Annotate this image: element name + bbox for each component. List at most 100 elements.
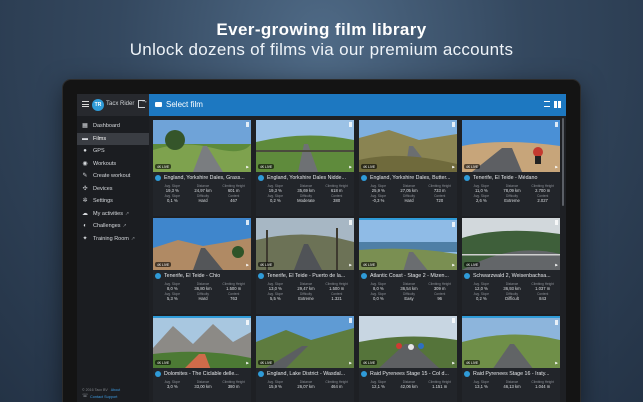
bookmark-icon[interactable] xyxy=(452,222,455,227)
sidebar-item-films[interactable]: ▬ Films xyxy=(77,132,149,145)
sidebar-item-my-activities[interactable]: ☁ My activities ↗ xyxy=(77,208,149,221)
film-type-icon xyxy=(464,273,470,279)
film-thumbnail[interactable]: 4K LIVE ▶ xyxy=(359,316,457,368)
stat: Avg. Slope 13,1 % xyxy=(466,380,497,389)
film-title: Tenerife, El Teide - Puerto de la... xyxy=(267,273,346,279)
bookmark-icon[interactable] xyxy=(349,122,352,127)
bookmark-icon[interactable] xyxy=(452,122,455,127)
stat-value: 1.500 m xyxy=(226,286,242,291)
sidebar: ▦ Dashboard ▬ Films ● GPS ◉ Workouts ✎ Create wor… xyxy=(77,116,149,402)
bookmark-icon[interactable] xyxy=(349,318,352,323)
avatar[interactable]: TR xyxy=(92,99,104,111)
bookmark-icon[interactable] xyxy=(555,122,558,127)
film-thumbnail[interactable]: 4K LIVE ▶ xyxy=(359,120,457,172)
film-title-row[interactable]: Tenerife, El Teide - Médano xyxy=(464,175,558,181)
film-card[interactable]: 4K LIVE ▶ England, Yorkshire Dales, Butter… xyxy=(359,120,457,216)
stat-value: 13,1 % xyxy=(474,384,488,389)
film-title-row[interactable]: England, Yorkshire Dales Nidde... xyxy=(258,175,352,181)
film-title-row[interactable]: Tenerife, El Teide - Chio xyxy=(155,273,249,279)
film-title-row[interactable]: England, Lake District - Wasdal... xyxy=(258,371,352,377)
film-type-icon xyxy=(464,371,470,377)
film-title-row[interactable]: Raid Pyrenees Stage 15 - Col d... xyxy=(361,371,455,377)
stat: Content 1.321 xyxy=(321,292,352,301)
stat-value: 1.500 m xyxy=(329,286,345,291)
devices-icon: ✣ xyxy=(82,185,88,192)
sidebar-item-label: Dashboard xyxy=(93,123,120,130)
sidebar-item-challenges[interactable]: ◐ Challenges ↗ xyxy=(77,220,149,233)
stat-value: 36,93 km xyxy=(503,286,521,291)
sidebar-item-devices[interactable]: ✣ Devices xyxy=(77,183,149,196)
film-title-row[interactable]: England, Yorkshire Dales, Grass... xyxy=(155,175,249,181)
film-card[interactable]: 4K LIVE ▶ England, Yorkshire Dales Nidde..… xyxy=(256,120,354,216)
stat: Difficulty Extreme xyxy=(291,292,322,301)
external-link-icon: ↗ xyxy=(130,235,136,242)
film-card[interactable]: 4K LIVE ▶ Tenerife, El Teide - Médano Avg. … xyxy=(462,120,560,216)
bookmark-icon[interactable] xyxy=(246,122,249,127)
sidebar-item-settings[interactable]: ✲ Settings xyxy=(77,195,149,208)
film-thumbnail[interactable]: 4K LIVE ▶ xyxy=(153,218,251,270)
contact-support-link[interactable]: Contact Support xyxy=(90,395,117,399)
training-room-icon: ✦ xyxy=(82,235,88,242)
stat: Climbing Height 380 m xyxy=(218,380,249,389)
stat-value: 309 m xyxy=(433,286,446,291)
film-title-row[interactable]: Schwarzwald 2, Weisenbachsa... xyxy=(464,273,558,279)
film-thumbnail[interactable]: 4K LIVE ▶ xyxy=(256,316,354,368)
film-type-icon xyxy=(155,273,161,279)
live-badge: 4K LIVE xyxy=(361,360,378,365)
bookmark-icon[interactable] xyxy=(246,320,249,325)
film-thumbnail[interactable]: 4K LIVE ▶ xyxy=(256,120,354,172)
film-card[interactable]: 4K LIVE ▶ Raid Pyrenees Stage 15 - Col d..… xyxy=(359,316,457,402)
sidebar-item-dashboard[interactable]: ▦ Dashboard xyxy=(77,120,149,133)
stat: Content 763 xyxy=(218,292,249,301)
logout-icon[interactable] xyxy=(138,98,148,108)
bookmark-icon[interactable] xyxy=(349,220,352,225)
film-card[interactable]: 4K LIVE ▶ Schwarzwald 2, Weisenbachsa... Av… xyxy=(462,218,560,314)
film-thumbnail[interactable]: 4K LIVE ▶ xyxy=(462,120,560,172)
stat-value: Easy xyxy=(404,296,414,301)
stat: Avg. Slope 2,6 % xyxy=(466,194,497,203)
stat: Avg. Slope 0,2 % xyxy=(466,292,497,301)
film-thumbnail[interactable]: 4K LIVE ▶ xyxy=(153,316,251,368)
bookmark-icon[interactable] xyxy=(555,320,558,325)
film-title-row[interactable]: Tenerife, El Teide - Puerto de la... xyxy=(258,273,352,279)
film-title-row[interactable]: England, Yorkshire Dales, Butter... xyxy=(361,175,455,181)
film-card[interactable]: 4K LIVE ▶ Raid Pyrenees Stage 16 - Iraty..… xyxy=(462,316,560,402)
film-title-row[interactable]: Raid Pyrenees Stage 16 - Iraty... xyxy=(464,371,558,377)
hamburger-menu-icon[interactable] xyxy=(82,101,89,107)
film-thumbnail[interactable]: 4K LIVE ▶ xyxy=(256,218,354,270)
list-view-icon[interactable] xyxy=(544,101,550,107)
film-type-icon xyxy=(258,371,264,377)
app-window: TR Tacx Rider Select film ▦ Dashboard ▬ Fil… xyxy=(77,94,566,402)
film-card[interactable]: 4K LIVE ▶ Dolomites - The Ciclable delle..… xyxy=(153,316,251,402)
sidebar-item-create-workout[interactable]: ✎ Create workout xyxy=(77,170,149,183)
film-card[interactable]: 4K LIVE ▶ England, Yorkshire Dales, Grass.… xyxy=(153,120,251,216)
film-thumbnail[interactable]: 4K LIVE ▶ xyxy=(462,218,560,270)
film-thumbnail[interactable]: 4K LIVE ▶ xyxy=(462,316,560,368)
film-stats: Avg. Slope 8,0 % Distance 36,80 km Climbing … xyxy=(157,282,249,301)
film-card[interactable]: 4K LIVE ▶ Tenerife, El Teide - Chio Avg. Sl… xyxy=(153,218,251,314)
about-link[interactable]: About xyxy=(111,388,120,392)
stat-value: 467 xyxy=(230,198,238,203)
video-icon: ▶ xyxy=(246,361,249,365)
film-card[interactable]: 4K LIVE ▶ England, Lake District - Wasdal.… xyxy=(256,316,354,402)
sidebar-item-gps[interactable]: ● GPS xyxy=(77,145,149,158)
film-card[interactable]: 4K LIVE ▶ Tenerife, El Teide - Puerto de l… xyxy=(256,218,354,314)
bookmark-icon[interactable] xyxy=(555,220,558,225)
bookmark-icon[interactable] xyxy=(246,220,249,225)
scrollbar[interactable] xyxy=(562,118,564,206)
grid-view-icon[interactable] xyxy=(554,101,561,108)
sidebar-item-training-room[interactable]: ✦ Training Room ↗ xyxy=(77,233,149,246)
film-thumbnail[interactable]: 4K LIVE ▶ xyxy=(153,120,251,172)
gear-icon: ✲ xyxy=(82,198,88,205)
bookmark-icon[interactable] xyxy=(452,318,455,323)
sidebar-item-workouts[interactable]: ◉ Workouts xyxy=(77,158,149,171)
stat: Avg. Slope 8,0 % xyxy=(363,282,394,291)
external-link-icon: ↗ xyxy=(124,210,130,217)
film-title-row[interactable]: Dolomites - The Ciclable delle... xyxy=(155,371,249,377)
film-thumbnail[interactable]: 4K LIVE ▶ xyxy=(359,218,457,270)
film-title: Schwarzwald 2, Weisenbachsa... xyxy=(473,273,551,279)
film-card[interactable]: 4K LIVE ▶ Atlantic Coast - Stage 2 - Mizen… xyxy=(359,218,457,314)
film-stats: Avg. Slope 15,9 % Distance 26,07 km Climbing… xyxy=(260,380,352,389)
video-icon: ▶ xyxy=(349,165,352,169)
film-title-row[interactable]: Atlantic Coast - Stage 2 - Mizen... xyxy=(361,273,455,279)
